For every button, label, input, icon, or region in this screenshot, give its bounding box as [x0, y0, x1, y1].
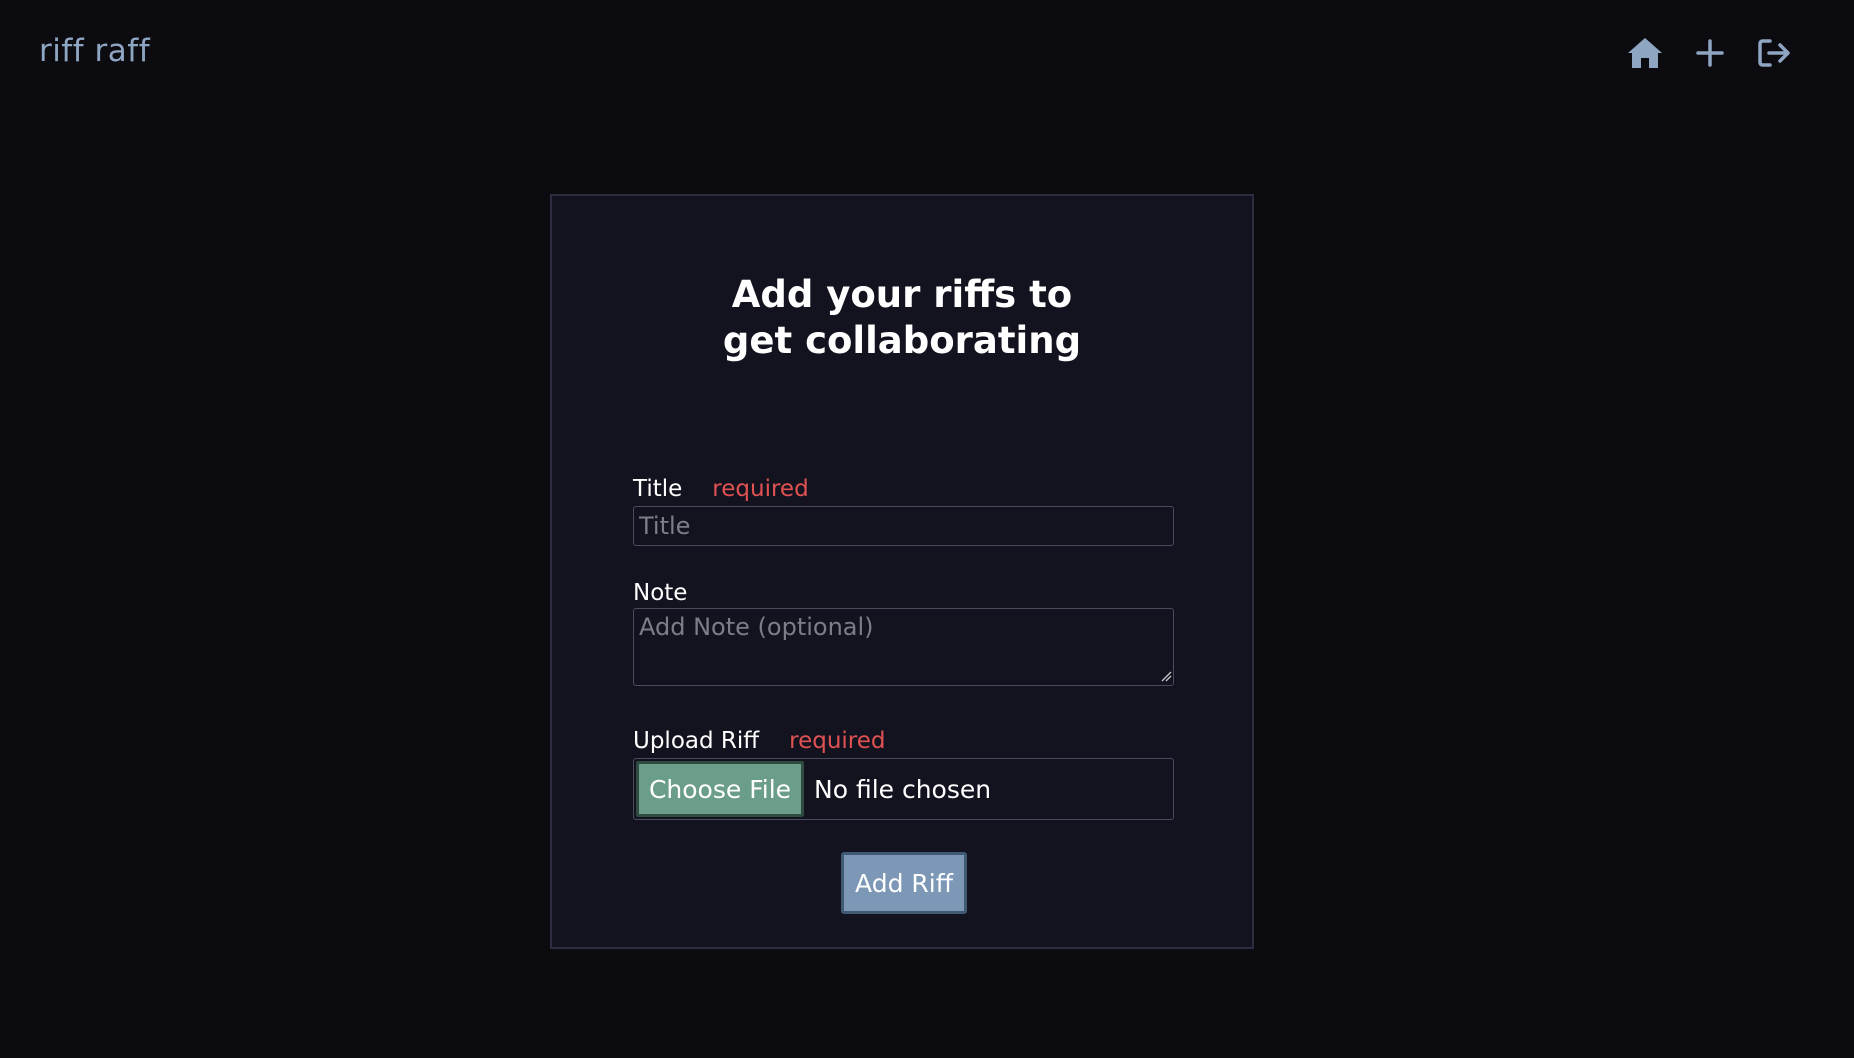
title-label: Title	[633, 476, 683, 502]
form-title: Add your riffs to get collaborating	[722, 273, 1082, 362]
title-required-badge: required	[712, 476, 809, 502]
note-textarea[interactable]	[633, 608, 1174, 686]
title-label-row: Title required	[633, 476, 809, 502]
note-label-row: Note	[633, 580, 687, 606]
file-upload-field[interactable]: Choose File No file chosen	[633, 758, 1174, 820]
upload-label-row: Upload Riff required	[633, 728, 886, 754]
top-bar: riff raff	[0, 0, 1854, 110]
note-label: Note	[633, 580, 688, 606]
resize-handle-icon[interactable]	[1160, 670, 1172, 682]
home-icon[interactable]	[1626, 34, 1664, 72]
upload-required-badge: required	[789, 728, 886, 754]
choose-file-button[interactable]: Choose File	[636, 761, 804, 817]
file-status-text: No file chosen	[814, 774, 992, 804]
title-input[interactable]	[633, 506, 1174, 546]
brand-logo-text[interactable]: riff raff	[39, 33, 150, 69]
plus-icon[interactable]	[1691, 34, 1729, 72]
upload-label: Upload Riff	[633, 728, 760, 754]
nav-icons	[1626, 34, 1794, 72]
sign-out-icon[interactable]	[1756, 34, 1794, 72]
add-riff-card: Add your riffs to get collaborating Titl…	[550, 194, 1254, 949]
add-riff-button[interactable]: Add Riff	[841, 852, 967, 914]
